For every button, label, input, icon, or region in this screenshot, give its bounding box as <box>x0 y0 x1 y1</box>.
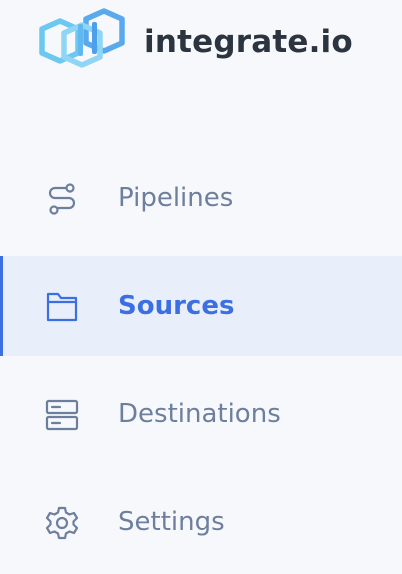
sidebar: integrate.io Pipelines Sources Destinati… <box>0 0 402 574</box>
nav-label-sources: Sources <box>118 291 235 321</box>
nav-item-sources[interactable]: Sources <box>0 256 402 356</box>
hexagon-logo-icon <box>39 8 125 68</box>
folder-icon <box>46 292 78 322</box>
gear-icon <box>45 506 79 540</box>
nav-label-destinations: Destinations <box>118 399 281 429</box>
brand-name: integrate.io <box>144 24 353 60</box>
pipelines-icon <box>48 183 76 215</box>
brand-logo[interactable]: integrate.io <box>38 6 368 74</box>
server-icon <box>45 399 79 431</box>
nav-item-settings[interactable]: Settings <box>0 472 402 572</box>
nav-label-settings: Settings <box>118 507 225 537</box>
nav-item-pipelines[interactable]: Pipelines <box>0 148 402 248</box>
nav-label-pipelines: Pipelines <box>118 183 234 213</box>
nav-item-destinations[interactable]: Destinations <box>0 364 402 464</box>
